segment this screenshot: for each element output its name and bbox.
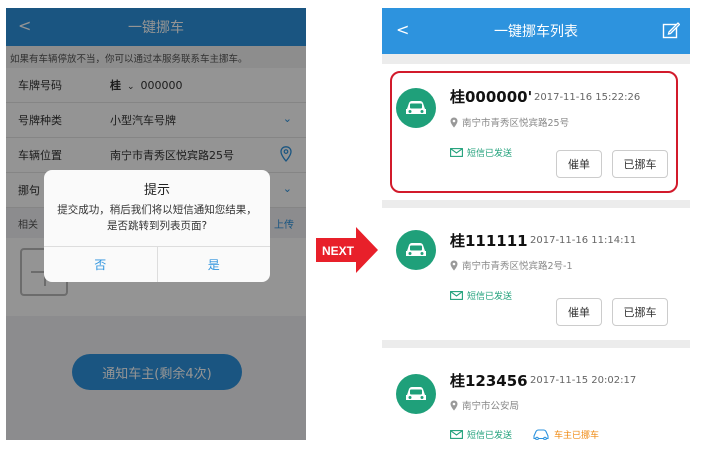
next-label: NEXT bbox=[322, 244, 355, 258]
dialog-title: 提示 bbox=[143, 183, 170, 198]
dialog-no-button[interactable]: 否 bbox=[44, 247, 157, 282]
timestamp: 2017-11-16 11:14:11 bbox=[530, 235, 637, 246]
urge-button[interactable]: 催单 bbox=[556, 150, 602, 178]
sms-status-text: 短信已发送 bbox=[467, 292, 513, 302]
mark-moved-button[interactable]: 已挪车 bbox=[612, 150, 668, 178]
dialog-message: 提交成功，稍后我们将以短信通知您结果，是否跳转到列表页面? bbox=[57, 204, 257, 232]
next-arrow-icon: NEXT bbox=[316, 227, 378, 273]
dialog-yes-button[interactable]: 是 bbox=[156, 247, 271, 282]
address: 南宁市青秀区悦宾路25号 bbox=[450, 115, 569, 129]
right-phone-screen: < 一键挪车列表 桂000000' 2017-11-16 15:22:26 南宁… bbox=[382, 8, 690, 458]
address-text: 南宁市青秀区悦宾路2号-1 bbox=[462, 261, 573, 272]
sms-status-text: 短信已发送 bbox=[467, 149, 513, 159]
envelope-icon bbox=[450, 148, 463, 157]
location-pin-icon bbox=[450, 400, 458, 410]
car-moved-icon bbox=[533, 429, 549, 440]
list-item[interactable]: 桂000000' 2017-11-16 15:22:26 南宁市青秀区悦宾路25… bbox=[382, 64, 690, 200]
sms-status: 短信已发送 bbox=[450, 289, 512, 302]
car-icon bbox=[396, 230, 436, 270]
edit-icon[interactable] bbox=[662, 21, 680, 39]
page-title: 一键挪车列表 bbox=[494, 24, 578, 40]
sms-status: 短信已发送 bbox=[450, 146, 512, 159]
envelope-icon bbox=[450, 430, 463, 439]
location-pin-icon bbox=[450, 260, 458, 270]
owner-moved-status: 车主已挪车 bbox=[532, 428, 599, 441]
address-text: 南宁市公安局 bbox=[462, 401, 520, 412]
right-header: < 一键挪车列表 bbox=[382, 8, 690, 54]
timestamp: 2017-11-15 20:02:17 bbox=[530, 375, 637, 386]
back-button[interactable]: < bbox=[396, 20, 409, 39]
urge-button[interactable]: 催单 bbox=[556, 298, 602, 326]
car-icon bbox=[396, 374, 436, 414]
address-text: 南宁市青秀区悦宾路25号 bbox=[462, 118, 570, 129]
address: 南宁市青秀区悦宾路2号-1 bbox=[450, 258, 573, 272]
dialog-buttons: 否 是 bbox=[44, 246, 270, 282]
left-phone-screen: < 一键挪车 如果有车辆停放不当，你可以通过本服务联系车主挪车。 车牌号码 桂 ⌄… bbox=[6, 8, 306, 440]
timestamp: 2017-11-16 15:22:26 bbox=[534, 92, 641, 103]
location-pin-icon bbox=[450, 117, 458, 127]
sms-status-text: 短信已发送 bbox=[467, 431, 513, 441]
mark-moved-button[interactable]: 已挪车 bbox=[612, 298, 668, 326]
envelope-icon bbox=[450, 291, 463, 300]
sms-status: 短信已发送 bbox=[450, 428, 512, 441]
plate-number: 桂111111 bbox=[450, 232, 528, 250]
car-icon bbox=[396, 88, 436, 128]
address: 南宁市公安局 bbox=[450, 398, 519, 412]
confirm-dialog: 提示 提交成功，稍后我们将以短信通知您结果，是否跳转到列表页面? 否 是 bbox=[44, 170, 270, 282]
list-item[interactable]: 桂111111 2017-11-16 11:14:11 南宁市青秀区悦宾路2号-… bbox=[382, 208, 690, 340]
plate-number: 桂123456 bbox=[450, 372, 528, 390]
plate-number: 桂000000' bbox=[450, 88, 533, 106]
owner-moved-text: 车主已挪车 bbox=[554, 431, 600, 441]
list-item[interactable]: 桂123456 2017-11-15 20:02:17 南宁市公安局 短信已发送… bbox=[382, 348, 690, 458]
